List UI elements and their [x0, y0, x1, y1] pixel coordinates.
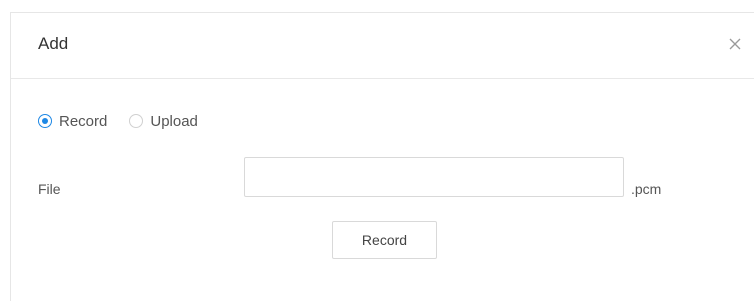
file-extension-label: .pcm [631, 181, 662, 197]
add-dialog: Add Record Upload File .pcm Record [10, 12, 754, 301]
source-radio-group: Record Upload [38, 111, 220, 131]
close-button[interactable] [726, 35, 744, 53]
radio-upload-label: Upload [150, 112, 198, 130]
radio-record-label: Record [59, 112, 108, 130]
record-button[interactable]: Record [332, 221, 437, 259]
close-icon [729, 38, 741, 50]
dialog-title: Add [38, 34, 69, 53]
radio-upload-indicator[interactable] [129, 114, 144, 128]
radio-upload[interactable]: Upload [129, 113, 198, 130]
radio-record[interactable]: Record [38, 113, 107, 130]
dialog-header: Add [11, 13, 754, 79]
file-input[interactable] [244, 157, 624, 197]
file-label: File [38, 181, 61, 197]
radio-record-indicator[interactable] [38, 114, 52, 128]
